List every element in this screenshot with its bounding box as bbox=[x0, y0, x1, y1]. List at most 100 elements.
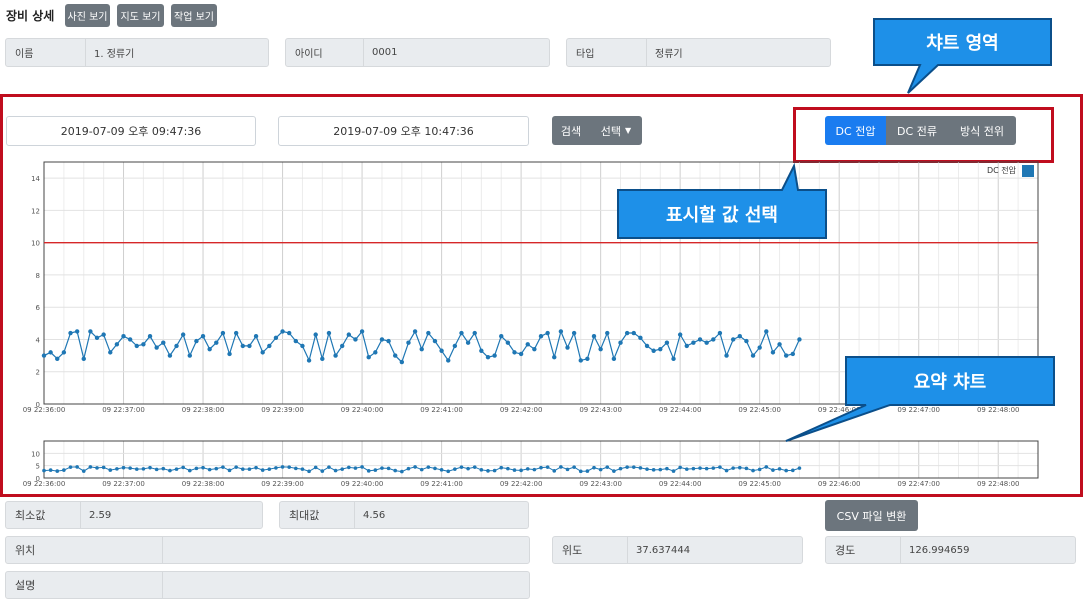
photo-view-button[interactable]: 사진 보기 bbox=[65, 4, 110, 27]
data-point bbox=[320, 469, 325, 473]
data-point bbox=[724, 468, 729, 473]
x-tick-label: 09 22:40:00 bbox=[341, 480, 384, 488]
position-field: 위치 bbox=[5, 536, 530, 564]
data-point bbox=[572, 465, 576, 469]
select-dropdown-button[interactable]: 선택 ▼ bbox=[590, 116, 642, 145]
data-point bbox=[254, 465, 258, 470]
data-point bbox=[777, 467, 782, 471]
data-point bbox=[353, 337, 358, 342]
x-tick-label: 09 22:37:00 bbox=[102, 480, 145, 488]
data-point bbox=[638, 335, 643, 341]
data-point bbox=[512, 350, 517, 355]
data-point bbox=[207, 346, 212, 352]
x-tick-label: 09 22:36:00 bbox=[23, 406, 66, 414]
data-point bbox=[134, 343, 139, 349]
data-point bbox=[711, 337, 716, 342]
x-tick-label: 09 22:43:00 bbox=[579, 406, 622, 414]
data-point bbox=[638, 466, 643, 470]
data-point bbox=[611, 356, 617, 362]
data-point bbox=[127, 337, 133, 342]
data-point bbox=[360, 465, 364, 469]
data-point bbox=[465, 340, 471, 345]
data-point bbox=[115, 467, 119, 471]
start-datetime-input[interactable]: 2019-07-09 오후 09:47:36 bbox=[6, 116, 256, 146]
data-point bbox=[412, 329, 418, 334]
data-point bbox=[55, 469, 60, 473]
data-point bbox=[684, 467, 689, 471]
data-point bbox=[625, 465, 629, 469]
end-datetime-input[interactable]: 2019-07-09 오후 10:47:36 bbox=[278, 116, 529, 146]
data-point bbox=[333, 468, 338, 473]
data-point bbox=[233, 330, 239, 336]
position-label: 위치 bbox=[6, 537, 163, 563]
data-point bbox=[492, 353, 497, 358]
data-point bbox=[677, 332, 683, 337]
csv-export-button[interactable]: CSV 파일 변환 bbox=[825, 500, 918, 531]
name-label: 이름 bbox=[6, 39, 86, 66]
data-point bbox=[559, 465, 563, 469]
data-point bbox=[645, 467, 649, 471]
data-point bbox=[472, 465, 477, 469]
data-point bbox=[220, 330, 226, 336]
data-point bbox=[479, 348, 484, 353]
data-point bbox=[439, 468, 444, 472]
data-point bbox=[658, 467, 663, 472]
data-point bbox=[320, 356, 325, 362]
map-view-button[interactable]: 지도 보기 bbox=[117, 4, 164, 27]
data-point bbox=[280, 329, 285, 334]
data-point bbox=[757, 345, 762, 350]
data-point bbox=[426, 330, 431, 336]
data-point bbox=[379, 337, 385, 342]
data-point bbox=[618, 466, 623, 471]
data-point bbox=[598, 467, 603, 472]
data-point bbox=[346, 332, 352, 337]
data-point bbox=[797, 466, 802, 470]
data-point bbox=[114, 342, 120, 347]
data-point bbox=[777, 342, 782, 347]
data-point bbox=[565, 345, 570, 350]
x-tick-label: 09 22:38:00 bbox=[182, 480, 225, 488]
data-point bbox=[306, 358, 312, 363]
page-title: 장비 상세 bbox=[6, 9, 55, 23]
x-tick-label: 09 22:44:00 bbox=[659, 480, 702, 488]
data-point bbox=[386, 338, 391, 344]
data-point bbox=[406, 340, 411, 345]
data-point bbox=[718, 465, 722, 469]
data-point bbox=[161, 340, 166, 345]
corrosion-potential-button[interactable]: 방식 전위 bbox=[948, 116, 1016, 145]
search-button[interactable]: 검색 bbox=[552, 116, 590, 145]
data-point bbox=[585, 469, 590, 473]
search-select-group: 검색 선택 ▼ bbox=[552, 116, 642, 145]
x-tick-label: 09 22:39:00 bbox=[261, 480, 304, 488]
x-tick-label: 09 22:41:00 bbox=[420, 480, 463, 488]
dc-current-button[interactable]: DC 전류 bbox=[886, 116, 948, 145]
data-point bbox=[552, 355, 557, 360]
data-point bbox=[134, 467, 139, 471]
data-point bbox=[525, 467, 530, 471]
dc-voltage-button[interactable]: DC 전압 bbox=[825, 116, 886, 145]
data-point bbox=[466, 466, 470, 471]
data-point bbox=[48, 350, 53, 355]
y-tick-label: 6 bbox=[36, 304, 41, 312]
data-point bbox=[287, 465, 291, 469]
data-point bbox=[486, 469, 490, 473]
data-point bbox=[221, 465, 225, 469]
data-point bbox=[731, 466, 735, 470]
data-point bbox=[519, 468, 523, 473]
x-tick-label: 09 22:39:00 bbox=[261, 406, 304, 414]
data-point bbox=[241, 467, 245, 471]
min-value: 2.59 bbox=[89, 509, 112, 521]
data-point bbox=[532, 346, 537, 352]
data-point bbox=[506, 466, 510, 471]
data-point bbox=[41, 353, 47, 358]
data-point bbox=[426, 465, 431, 469]
x-tick-label: 09 22:40:00 bbox=[341, 406, 384, 414]
data-point bbox=[578, 358, 583, 363]
data-point bbox=[253, 334, 259, 339]
work-view-button[interactable]: 작업 보기 bbox=[171, 4, 217, 27]
x-tick-label: 09 22:38:00 bbox=[182, 406, 225, 414]
data-point bbox=[280, 465, 285, 469]
data-point bbox=[518, 351, 524, 357]
data-point bbox=[771, 468, 775, 472]
data-point bbox=[300, 467, 305, 471]
